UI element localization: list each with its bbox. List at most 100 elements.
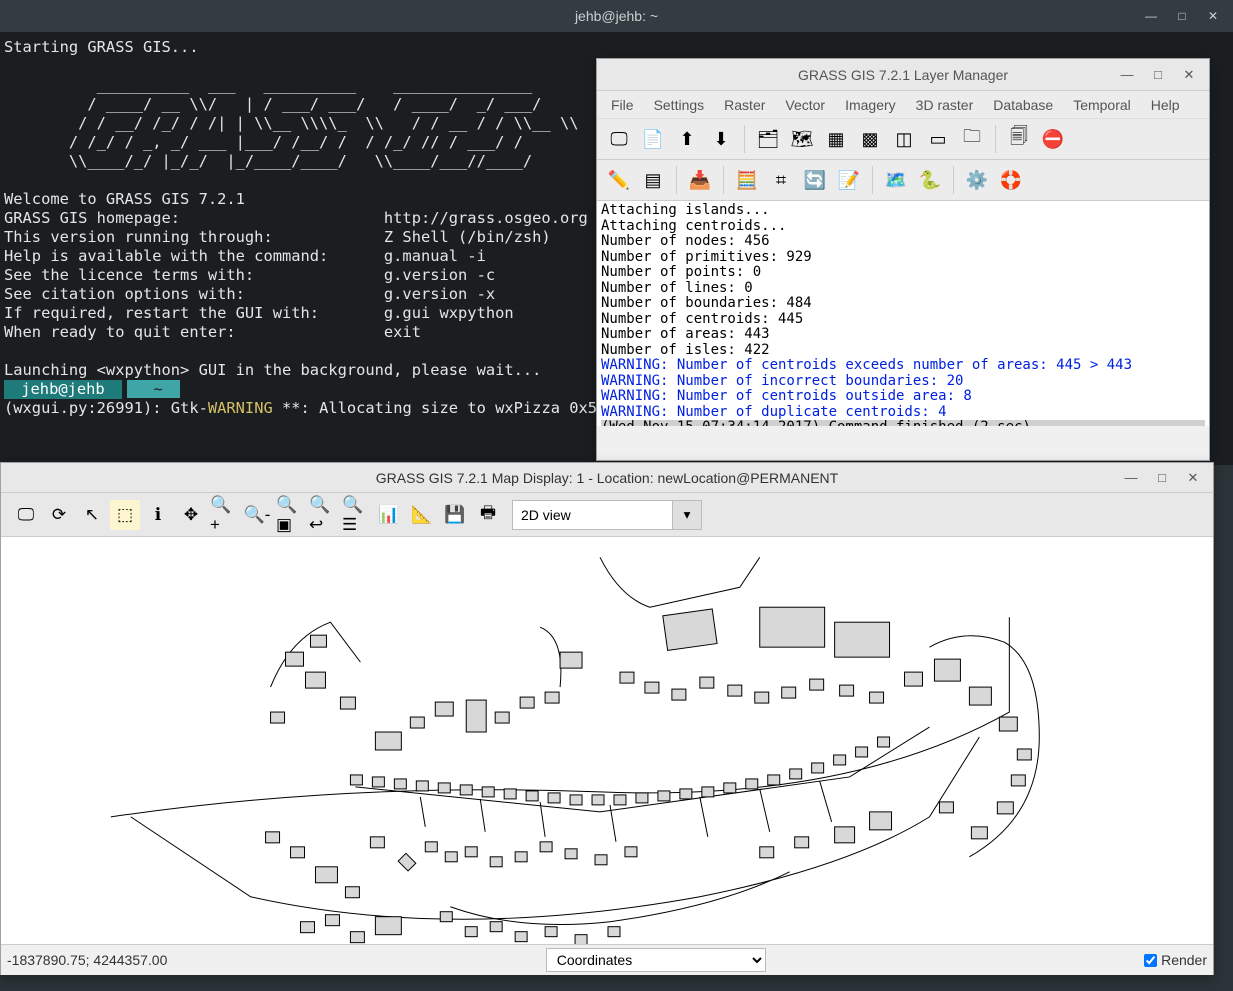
prompt-user: jehb@jehb bbox=[4, 380, 122, 399]
add-overlay-icon[interactable]: ▭ bbox=[922, 123, 954, 155]
status-mode-select[interactable]: Coordinates bbox=[546, 948, 766, 972]
output-line: Number of centroids: 445 bbox=[601, 312, 1205, 328]
minimize-icon[interactable]: — bbox=[1113, 64, 1141, 86]
menu-3d-raster[interactable]: 3D raster bbox=[906, 93, 984, 117]
separator bbox=[676, 166, 677, 194]
terminal-title: jehb@jehb: ~ bbox=[575, 8, 658, 24]
output-line: Number of points: 0 bbox=[601, 265, 1205, 281]
map-canvas[interactable] bbox=[1, 537, 1213, 944]
add-layers-icon[interactable]: 🗂 bbox=[752, 123, 784, 155]
menu-database[interactable]: Database bbox=[983, 93, 1063, 117]
coordinates-readout: -1837890.75; 4244357.00 bbox=[7, 952, 167, 968]
separator bbox=[723, 166, 724, 194]
output-warning: WARNING: Number of centroids exceeds num… bbox=[601, 358, 1205, 374]
add-overlay-icon[interactable]: 📐 bbox=[407, 500, 437, 530]
term-line: Starting GRASS GIS... bbox=[4, 38, 199, 56]
print-icon[interactable]: 🖶 bbox=[473, 500, 503, 530]
term-line: / ____/ __ \\/ | / ___/ ___/ / ____/ _/ … bbox=[4, 95, 541, 113]
menu-file[interactable]: File bbox=[601, 93, 644, 117]
term-line: If required, restart the GUI with: g.gui… bbox=[4, 304, 514, 322]
output-line: Attaching islands... bbox=[601, 203, 1205, 219]
output-line: Number of lines: 0 bbox=[601, 281, 1205, 297]
add-raster3d-icon[interactable]: ▦ bbox=[820, 123, 852, 155]
minimize-icon[interactable]: — bbox=[1117, 467, 1145, 489]
maximize-icon[interactable]: □ bbox=[1168, 5, 1196, 27]
add-vector-icon[interactable]: ▩ bbox=[854, 123, 886, 155]
close-icon[interactable]: ✕ bbox=[1175, 64, 1203, 86]
map-svg bbox=[1, 537, 1213, 944]
layermgr-titlebar[interactable]: GRASS GIS 7.2.1 Layer Manager — □ ✕ bbox=[597, 59, 1209, 91]
close-icon[interactable]: ✕ bbox=[1199, 5, 1227, 27]
python-icon[interactable]: 🐍 bbox=[914, 164, 946, 196]
add-vector-misc-icon[interactable]: ◫ bbox=[888, 123, 920, 155]
display-map-icon[interactable]: 🖵 bbox=[11, 500, 41, 530]
edit-icon[interactable]: ✏️ bbox=[603, 164, 635, 196]
term-line: Help is available with the command: g.ma… bbox=[4, 247, 486, 265]
output-warning: WARNING: Number of incorrect boundaries:… bbox=[601, 374, 1205, 390]
menu-raster[interactable]: Raster bbox=[714, 93, 775, 117]
save-workspace-icon[interactable]: ⬇ bbox=[705, 123, 737, 155]
analyze-icon[interactable]: 📊 bbox=[374, 500, 404, 530]
prompt-path: ~ bbox=[127, 380, 180, 398]
script-icon[interactable]: 📝 bbox=[833, 164, 865, 196]
separator bbox=[995, 125, 996, 153]
render-map-icon[interactable]: ⟳ bbox=[44, 500, 74, 530]
zoom-last-icon[interactable]: 🔍↩ bbox=[308, 500, 338, 530]
attribute-table-icon[interactable]: ▤ bbox=[637, 164, 669, 196]
view-mode-select[interactable]: ▾ bbox=[512, 500, 702, 530]
menu-temporal[interactable]: Temporal bbox=[1063, 93, 1141, 117]
raster-calc-icon[interactable]: 🧮 bbox=[731, 164, 763, 196]
pointer-icon[interactable]: ↖ bbox=[77, 500, 107, 530]
modeler-icon[interactable]: 🔄 bbox=[799, 164, 831, 196]
georectify-icon[interactable]: ⌗ bbox=[765, 164, 797, 196]
term-line: When ready to quit enter: exit bbox=[4, 323, 421, 341]
close-icon[interactable]: ✕ bbox=[1179, 467, 1207, 489]
menu-vector[interactable]: Vector bbox=[775, 93, 835, 117]
layermgr-output[interactable]: Attaching islands... Attaching centroids… bbox=[597, 201, 1209, 426]
menu-imagery[interactable]: Imagery bbox=[835, 93, 906, 117]
import-icon[interactable]: 📥 bbox=[684, 164, 716, 196]
layermgr-menubar: File Settings Raster Vector Imagery 3D r… bbox=[597, 91, 1209, 119]
new-display-icon[interactable]: 🖵 bbox=[603, 123, 635, 155]
menu-settings[interactable]: Settings bbox=[644, 93, 715, 117]
zoom-out-icon[interactable]: 🔍- bbox=[242, 500, 272, 530]
term-line: \\____/_/ |_/_/ |_/____/____/ \\____/___… bbox=[4, 152, 532, 170]
separator bbox=[872, 166, 873, 194]
zoom-in-icon[interactable]: 🔍+ bbox=[209, 500, 239, 530]
render-label: Render bbox=[1161, 952, 1207, 968]
maximize-icon[interactable]: □ bbox=[1144, 64, 1172, 86]
term-line: / / __/ /_/ / /| | \\__ \\\\_ \\ / / __ … bbox=[4, 114, 579, 132]
term-line: See citation options with: g.version -x bbox=[4, 285, 495, 303]
output-line: Number of nodes: 456 bbox=[601, 234, 1205, 250]
view-mode-input[interactable] bbox=[512, 500, 672, 530]
menu-help[interactable]: Help bbox=[1141, 93, 1190, 117]
term-line: GRASS GIS homepage: http://grass.osgeo.o… bbox=[4, 209, 588, 227]
terminal-titlebar[interactable]: jehb@jehb: ~ — □ ✕ bbox=[0, 0, 1233, 32]
minimize-icon[interactable]: — bbox=[1137, 5, 1165, 27]
layer-manager-window: GRASS GIS 7.2.1 Layer Manager — □ ✕ File… bbox=[596, 58, 1210, 461]
open-workspace-icon[interactable]: ⬆ bbox=[671, 123, 703, 155]
zoom-extent-icon[interactable]: 🔍▣ bbox=[275, 500, 305, 530]
mapdisp-titlebar[interactable]: GRASS GIS 7.2.1 Map Display: 1 - Locatio… bbox=[1, 463, 1213, 493]
render-checkbox-input[interactable] bbox=[1144, 954, 1157, 967]
query-icon[interactable]: ℹ bbox=[143, 500, 173, 530]
new-workspace-icon[interactable]: 📄 bbox=[637, 123, 669, 155]
zoom-menu-icon[interactable]: 🔍☰ bbox=[341, 500, 371, 530]
add-group-icon[interactable]: 🗀 bbox=[956, 123, 988, 155]
settings-icon[interactable]: ⚙️ bbox=[961, 164, 993, 196]
select-icon[interactable]: ⬚ bbox=[110, 500, 140, 530]
remove-layer-icon[interactable]: 🗐 bbox=[1003, 123, 1035, 155]
help-icon[interactable]: 🛟 bbox=[995, 164, 1027, 196]
map-display-window: GRASS GIS 7.2.1 Map Display: 1 - Locatio… bbox=[0, 462, 1214, 975]
gtk-line-prefix: (wxgui.py:26991): Gtk- bbox=[4, 399, 208, 417]
cartographic-icon[interactable]: 🗺️ bbox=[880, 164, 912, 196]
output-warning: WARNING: Number of duplicate centroids: … bbox=[601, 405, 1205, 421]
save-display-icon[interactable]: 💾 bbox=[440, 500, 470, 530]
dropdown-icon[interactable]: ▾ bbox=[672, 500, 702, 530]
output-warning: WARNING: Number of centroids outside are… bbox=[601, 389, 1205, 405]
pan-icon[interactable]: ✥ bbox=[176, 500, 206, 530]
add-raster-icon[interactable]: 🗺 bbox=[786, 123, 818, 155]
render-checkbox[interactable]: Render bbox=[1144, 952, 1207, 968]
maximize-icon[interactable]: □ bbox=[1148, 467, 1176, 489]
delete-layer-icon[interactable]: ⛔ bbox=[1037, 123, 1069, 155]
